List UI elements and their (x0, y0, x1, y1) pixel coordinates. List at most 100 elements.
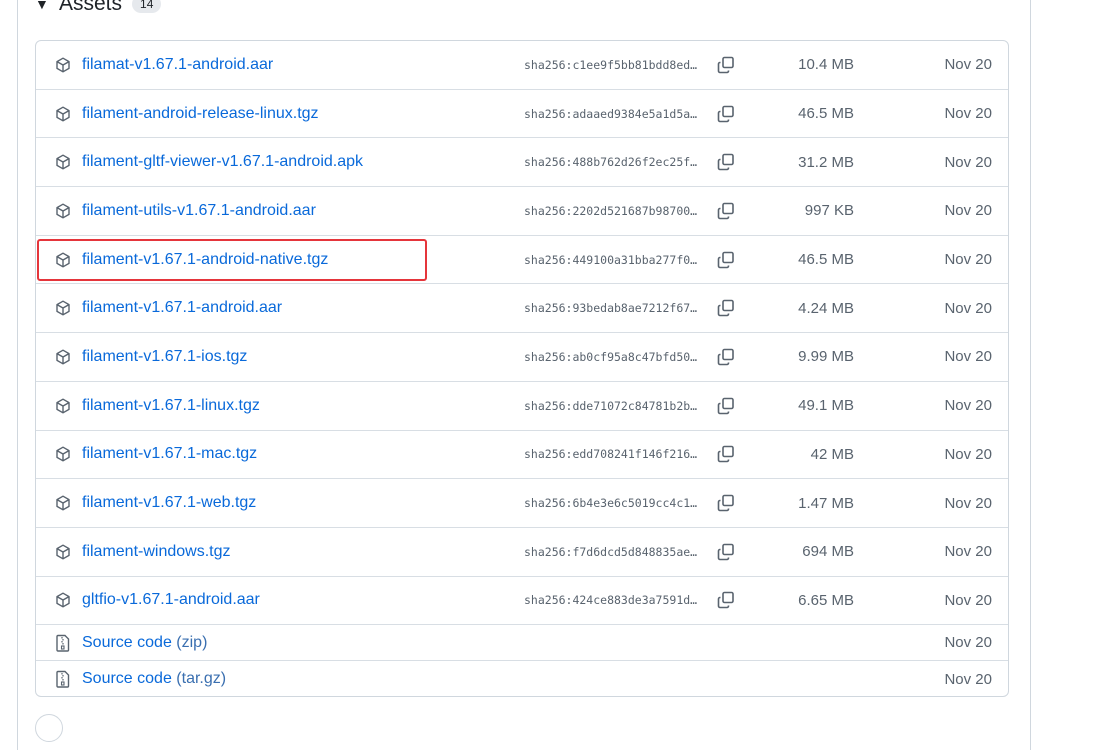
package-icon (54, 153, 72, 171)
source-label: Source code (82, 670, 172, 688)
asset-sha: sha256:424ce883de3a7591d… (524, 593, 698, 608)
asset-date: Nov 20 (944, 251, 992, 269)
asset-date: Nov 20 (944, 56, 992, 74)
asset-row: filament-android-release-linux.tgz sha25… (36, 90, 1008, 139)
assets-heading[interactable]: ▼ Assets 14 (35, 0, 162, 16)
asset-size: 1.47 MB (798, 494, 854, 512)
source-row: Source code (zip) Nov 20 (36, 625, 1008, 662)
copy-icon[interactable] (716, 201, 736, 221)
assets-title: Assets (59, 0, 123, 15)
asset-date: Nov 20 (944, 591, 992, 609)
caret-down-icon[interactable]: ▼ (35, 0, 49, 12)
asset-size: 997 KB (804, 202, 854, 220)
asset-link[interactable]: filament-windows.tgz (82, 543, 231, 561)
asset-row: filament-v1.67.1-mac.tgz sha256:edd70824… (36, 431, 1008, 480)
package-icon (54, 445, 72, 463)
package-icon (54, 299, 72, 317)
asset-date: Nov 20 (944, 202, 992, 220)
asset-sha: sha256:f7d6dcd5d848835ae… (524, 544, 698, 559)
asset-link[interactable]: filament-v1.67.1-mac.tgz (82, 445, 257, 463)
asset-size: 46.5 MB (798, 105, 854, 123)
asset-row: filament-windows.tgz sha256:f7d6dcd5d848… (36, 528, 1008, 577)
asset-size: 4.24 MB (798, 299, 854, 317)
asset-sha: sha256:449100a31bba277f0… (524, 252, 698, 267)
asset-link[interactable]: filament-v1.67.1-ios.tgz (82, 348, 247, 366)
asset-date: Nov 20 (944, 445, 992, 463)
asset-link[interactable]: filament-v1.67.1-web.tgz (82, 494, 256, 512)
asset-sha: sha256:dde71072c84781b2b… (524, 398, 698, 413)
copy-icon[interactable] (716, 590, 736, 610)
asset-date: Nov 20 (944, 153, 992, 171)
copy-icon[interactable] (716, 55, 736, 75)
asset-date: Nov 20 (944, 494, 992, 512)
assets-list: filamat-v1.67.1-android.aar sha256:c1ee9… (35, 40, 1009, 697)
asset-link[interactable]: filamat-v1.67.1-android.aar (82, 56, 273, 74)
asset-row: filament-utils-v1.67.1-android.aar sha25… (36, 187, 1008, 236)
package-icon (54, 105, 72, 123)
asset-size: 49.1 MB (798, 397, 854, 415)
asset-size: 10.4 MB (798, 56, 854, 74)
asset-row: filament-v1.67.1-android-native.tgz sha2… (36, 236, 1008, 285)
asset-size: 9.99 MB (798, 348, 854, 366)
package-icon (54, 251, 72, 269)
package-icon (54, 494, 72, 512)
copy-icon[interactable] (716, 250, 736, 270)
asset-row: filament-v1.67.1-android.aar sha256:93be… (36, 284, 1008, 334)
copy-icon[interactable] (716, 152, 736, 172)
source-link[interactable]: Source code (zip) (82, 634, 207, 652)
asset-sha: sha256:adaaed9384e5a1d5a… (524, 106, 698, 121)
asset-size: 6.65 MB (798, 591, 854, 609)
source-format: (tar.gz) (176, 670, 227, 688)
asset-size: 694 MB (802, 543, 854, 561)
asset-link[interactable]: filament-utils-v1.67.1-android.aar (82, 202, 316, 220)
source-date: Nov 20 (944, 670, 992, 688)
asset-sha: sha256:6b4e3e6c5019cc4c1… (524, 496, 698, 511)
asset-row: filament-v1.67.1-web.tgz sha256:6b4e3e6c… (36, 479, 1008, 528)
asset-size: 31.2 MB (798, 153, 854, 171)
asset-link[interactable]: gltfio-v1.67.1-android.aar (82, 591, 260, 609)
copy-icon[interactable] (716, 396, 736, 416)
package-icon (54, 543, 72, 561)
package-icon (54, 348, 72, 366)
asset-sha: sha256:488b762d26f2ec25f… (524, 155, 698, 170)
asset-link[interactable]: filament-android-release-linux.tgz (82, 105, 319, 123)
asset-date: Nov 20 (944, 543, 992, 561)
asset-size: 46.5 MB (798, 251, 854, 269)
file-zip-icon (54, 634, 72, 652)
package-icon (54, 397, 72, 415)
file-zip-icon (54, 670, 72, 688)
copy-icon[interactable] (716, 104, 736, 124)
asset-row: gltfio-v1.67.1-android.aar sha256:424ce8… (36, 577, 1008, 626)
asset-link[interactable]: filament-v1.67.1-android-native.tgz (82, 251, 328, 269)
asset-row: filament-v1.67.1-linux.tgz sha256:dde710… (36, 382, 1008, 431)
asset-row: filament-v1.67.1-ios.tgz sha256:ab0cf95a… (36, 333, 1008, 382)
asset-date: Nov 20 (944, 105, 992, 123)
package-icon (54, 591, 72, 609)
asset-row: filamat-v1.67.1-android.aar sha256:c1ee9… (36, 41, 1008, 90)
asset-sha: sha256:2202d521687b98700… (524, 203, 698, 218)
copy-icon[interactable] (716, 493, 736, 513)
source-date: Nov 20 (944, 634, 992, 652)
copy-icon[interactable] (716, 444, 736, 464)
package-icon (54, 202, 72, 220)
source-row: Source code (tar.gz) Nov 20 (36, 661, 1008, 697)
copy-icon[interactable] (716, 542, 736, 562)
source-link[interactable]: Source code (tar.gz) (82, 670, 226, 688)
asset-date: Nov 20 (944, 397, 992, 415)
asset-date: Nov 20 (944, 348, 992, 366)
asset-link[interactable]: filament-v1.67.1-android.aar (82, 299, 282, 317)
asset-link[interactable]: filament-gltf-viewer-v1.67.1-android.apk (82, 153, 363, 171)
asset-sha: sha256:c1ee9f5bb81bdd8ed… (524, 57, 698, 72)
asset-link[interactable]: filament-v1.67.1-linux.tgz (82, 397, 260, 415)
copy-icon[interactable] (716, 298, 736, 318)
assets-count-badge: 14 (132, 0, 162, 13)
reaction-button[interactable] (35, 714, 63, 742)
package-icon (54, 56, 72, 74)
source-label: Source code (82, 633, 172, 651)
asset-sha: sha256:edd708241f146f216… (524, 447, 698, 462)
asset-sha: sha256:ab0cf95a8c47bfd50… (524, 349, 698, 364)
source-format: (zip) (176, 633, 208, 651)
asset-date: Nov 20 (944, 299, 992, 317)
asset-size: 42 MB (810, 445, 854, 463)
copy-icon[interactable] (716, 347, 736, 367)
